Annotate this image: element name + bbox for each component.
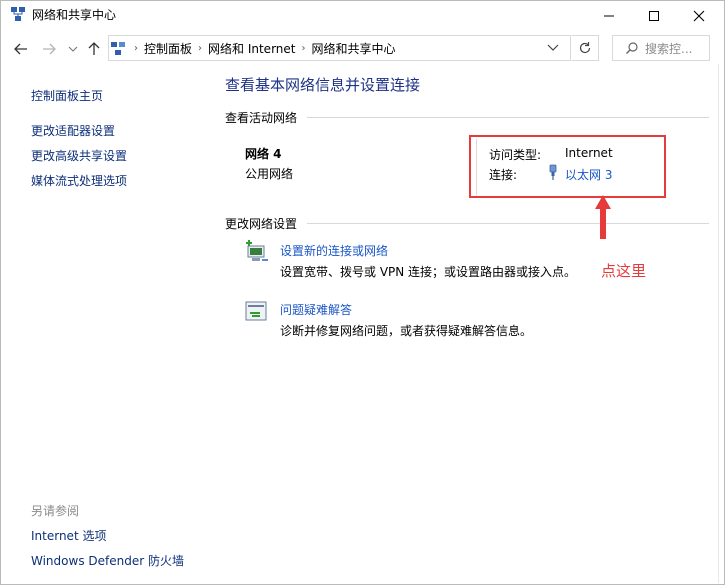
close-button[interactable] bbox=[676, 1, 722, 30]
sidebar-item-advanced-sharing[interactable]: 更改高级共享设置 bbox=[31, 147, 127, 164]
breadcrumb-network-center[interactable]: 网络和共享中心 bbox=[311, 40, 395, 57]
network-type: 公用网络 bbox=[245, 167, 294, 181]
breadcrumb-separator: › bbox=[134, 42, 138, 54]
change-settings-heading: 更改网络设置 bbox=[225, 217, 298, 231]
refresh-icon bbox=[579, 42, 591, 54]
search-placeholder: 搜索控... bbox=[645, 41, 693, 56]
setup-connection-desc: 设置宽带、拨号或 VPN 连接；或设置路由器或接入点。 bbox=[280, 265, 577, 279]
annotation-arrow-icon bbox=[595, 195, 611, 239]
page-title: 查看基本网络信息并设置连接 bbox=[225, 76, 421, 94]
close-icon bbox=[693, 10, 705, 21]
search-icon bbox=[626, 42, 638, 54]
section-divider bbox=[307, 117, 709, 118]
address-dropdown-button[interactable] bbox=[546, 40, 560, 57]
chevron-down-icon bbox=[547, 44, 559, 51]
search-input[interactable]: 搜索控... bbox=[612, 35, 710, 61]
minimize-button[interactable] bbox=[586, 1, 632, 30]
maximize-icon bbox=[649, 10, 659, 21]
refresh-button[interactable] bbox=[572, 35, 599, 61]
network-center-icon bbox=[11, 7, 25, 21]
see-also-heading: 另请参阅 bbox=[31, 504, 80, 518]
up-button[interactable] bbox=[83, 38, 105, 60]
sidebar-home-link[interactable]: 控制面板主页 bbox=[31, 87, 103, 104]
troubleshoot-icon bbox=[245, 301, 267, 321]
scrollbar-track[interactable] bbox=[718, 64, 719, 583]
annotation-label: 点这里 bbox=[601, 262, 647, 280]
recent-dropdown-button[interactable] bbox=[62, 38, 84, 60]
arrow-right-icon bbox=[43, 43, 56, 55]
breadcrumb: › 控制面板 › 网络和 Internet › 网络和共享中心 bbox=[110, 38, 396, 58]
highlight-box bbox=[469, 135, 666, 198]
arrow-left-icon bbox=[14, 43, 27, 55]
breadcrumb-separator: › bbox=[198, 42, 203, 54]
new-connection-icon bbox=[246, 240, 268, 261]
see-also-internet-options[interactable]: Internet 选项 bbox=[31, 527, 106, 544]
arrow-up-icon bbox=[88, 42, 100, 55]
sidebar-item-media-streaming[interactable]: 媒体流式处理选项 bbox=[31, 172, 127, 189]
active-networks-heading: 查看活动网络 bbox=[225, 111, 298, 125]
back-button[interactable] bbox=[10, 38, 32, 60]
breadcrumb-network-internet[interactable]: 网络和 Internet bbox=[208, 40, 295, 57]
minimize-icon bbox=[604, 15, 614, 16]
chevron-down-icon bbox=[68, 46, 78, 52]
troubleshoot-link[interactable]: 问题疑难解答 bbox=[280, 301, 352, 318]
breadcrumb-control-panel[interactable]: 控制面板 bbox=[144, 40, 192, 57]
breadcrumb-separator: › bbox=[301, 42, 306, 54]
forward-button[interactable] bbox=[38, 38, 60, 60]
see-also-defender-firewall[interactable]: Windows Defender 防火墙 bbox=[31, 552, 184, 569]
section-divider bbox=[307, 223, 709, 224]
window-title: 网络和共享中心 bbox=[32, 8, 117, 22]
maximize-button[interactable] bbox=[631, 1, 677, 30]
setup-connection-link[interactable]: 设置新的连接或网络 bbox=[280, 242, 388, 259]
network-name: 网络 4 bbox=[245, 147, 282, 161]
troubleshoot-desc: 诊断并修复网络问题，或者获得疑难解答信息。 bbox=[280, 324, 533, 338]
control-panel-icon bbox=[111, 42, 125, 55]
sidebar-item-adapter-settings[interactable]: 更改适配器设置 bbox=[31, 122, 115, 139]
